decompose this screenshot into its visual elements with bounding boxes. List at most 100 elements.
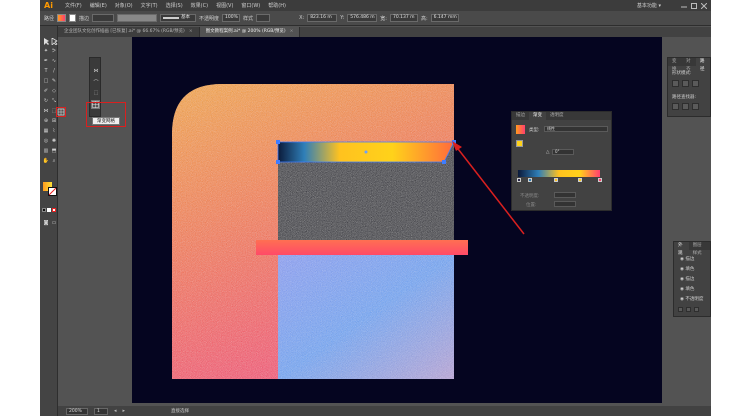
- tab-gradient[interactable]: 渐变: [529, 112, 546, 120]
- graph-tool-icon[interactable]: ▥: [42, 148, 50, 155]
- warp-tool-option-icon[interactable]: ⌒: [92, 80, 100, 87]
- close-tab-icon[interactable]: ×: [189, 29, 193, 34]
- tab-appearance[interactable]: 外观: [674, 242, 689, 256]
- zoom-tool-icon[interactable]: ⌕: [50, 158, 58, 165]
- line-tool-icon[interactable]: /: [50, 68, 58, 75]
- width-input[interactable]: 70.137 m: [389, 14, 418, 22]
- screen-mode-icon[interactable]: ▭: [50, 220, 58, 227]
- artboard-tool-icon[interactable]: ⬒: [50, 148, 58, 155]
- eraser-tool-icon[interactable]: ◇: [50, 88, 58, 95]
- tab-document-1[interactable]: 企业团队文化创作插画 [已恢复].ai* @ 66.67% (RGB/预览) ×: [58, 27, 200, 37]
- anchor-point[interactable]: [442, 160, 446, 164]
- gradient-stop[interactable]: [578, 178, 582, 182]
- fill-swatch[interactable]: [57, 14, 67, 22]
- y-input[interactable]: 576.486 m: [347, 14, 378, 22]
- stroke-color-icon[interactable]: [48, 187, 57, 196]
- gradient-slider[interactable]: [518, 170, 600, 177]
- menu-help[interactable]: 帮助(H): [264, 2, 290, 9]
- merge-icon[interactable]: [692, 103, 699, 110]
- width-tool-icon[interactable]: ⋈: [42, 108, 50, 115]
- rotate-tool-icon[interactable]: ↻: [42, 98, 50, 105]
- tab-stroke[interactable]: 描边: [512, 112, 529, 120]
- divide-icon[interactable]: [672, 103, 679, 110]
- appearance-row[interactable]: ◉ 描边: [680, 256, 694, 262]
- appearance-row[interactable]: ◉ 不透明度: [680, 296, 703, 302]
- width-tool-option-icon[interactable]: ⋈: [92, 68, 100, 75]
- anchor-point[interactable]: [276, 140, 280, 144]
- draw-mode-icon[interactable]: ◙: [42, 220, 50, 227]
- direct-selection-tool-icon[interactable]: [50, 37, 58, 46]
- shape-builder-icon[interactable]: ⊕: [42, 118, 50, 125]
- scale-tool-icon[interactable]: ⤡: [50, 98, 58, 105]
- color-mode-icon[interactable]: [42, 208, 46, 212]
- tab-graphic-styles[interactable]: 图层样式: [689, 242, 710, 256]
- close-tab-icon[interactable]: ×: [290, 29, 294, 34]
- eyedropper-tool-icon[interactable]: ⌇: [50, 128, 58, 135]
- menu-file[interactable]: 文件(F): [61, 2, 86, 9]
- brush-dropdown[interactable]: 基本: [160, 14, 197, 22]
- unite-icon[interactable]: [672, 80, 679, 87]
- menu-object[interactable]: 对象(O): [111, 2, 137, 9]
- artboard-navigator[interactable]: 1: [94, 407, 108, 415]
- gradient-stop[interactable]: [598, 178, 602, 182]
- gradient-stop[interactable]: [517, 178, 521, 182]
- close-icon[interactable]: [700, 2, 708, 9]
- tab-document-2[interactable]: 图文教程案例.ai* @ 200% (RGB/预览) ×: [199, 27, 301, 37]
- add-stroke-icon[interactable]: [678, 307, 683, 312]
- menu-edit[interactable]: 编辑(E): [86, 2, 111, 9]
- stop-location-input[interactable]: [554, 201, 576, 207]
- menu-window[interactable]: 窗口(W): [237, 2, 264, 9]
- appearance-row[interactable]: ◉ 填色: [680, 286, 694, 292]
- magic-wand-icon[interactable]: ✦: [42, 48, 50, 55]
- stop-opacity-input[interactable]: [554, 192, 576, 198]
- tab-align[interactable]: 对齐: [682, 58, 696, 72]
- gradient-tool-icon[interactable]: ▦: [42, 128, 50, 135]
- gradient-thumbnail[interactable]: [516, 125, 525, 134]
- paintbrush-tool-icon[interactable]: ✎: [50, 78, 58, 85]
- next-artboard-icon[interactable]: ▸: [123, 408, 126, 414]
- symbol-sprayer-icon[interactable]: ✺: [50, 138, 58, 145]
- none-mode-icon[interactable]: [52, 208, 56, 212]
- minus-front-icon[interactable]: [682, 80, 689, 87]
- add-fill-icon[interactable]: [686, 307, 691, 312]
- appearance-row[interactable]: ◉ 描边: [680, 276, 694, 282]
- prev-artboard-icon[interactable]: ◂: [114, 408, 117, 414]
- maximize-icon[interactable]: [691, 2, 697, 9]
- gradient-mode-icon[interactable]: [47, 208, 51, 212]
- intersect-icon[interactable]: [692, 80, 699, 87]
- menu-type[interactable]: 文字(T): [137, 2, 162, 9]
- height-input[interactable]: 6.147 mm: [430, 14, 459, 22]
- stroke-weight-input[interactable]: [92, 14, 115, 22]
- menu-select[interactable]: 选择(S): [162, 2, 187, 9]
- anchor-point[interactable]: [276, 160, 280, 164]
- style-dropdown[interactable]: [256, 14, 271, 22]
- opacity-input[interactable]: 100%: [222, 14, 241, 22]
- tab-transparency[interactable]: 透明度: [546, 112, 568, 120]
- artboard-canvas[interactable]: [132, 37, 662, 403]
- minimize-icon[interactable]: [681, 3, 687, 9]
- gradient-type-select[interactable]: 线性: [544, 126, 608, 132]
- zoom-select[interactable]: 200%: [66, 407, 88, 415]
- fill-swatch[interactable]: [516, 140, 523, 147]
- angle-input[interactable]: 0°: [552, 149, 574, 155]
- variable-width-dropdown[interactable]: [117, 14, 158, 22]
- type-tool-icon[interactable]: T: [42, 68, 50, 75]
- rectangle-tool-icon[interactable]: □: [42, 78, 50, 85]
- menu-view[interactable]: 视图(V): [212, 2, 237, 9]
- curvature-tool-icon[interactable]: ∿: [50, 58, 58, 65]
- lasso-tool-icon[interactable]: ᕗ: [50, 48, 58, 55]
- gradient-stop[interactable]: [554, 178, 558, 182]
- blend-tool-icon[interactable]: ◎: [42, 138, 50, 145]
- letter-shape[interactable]: [172, 84, 454, 379]
- shelf-bar[interactable]: [256, 240, 468, 255]
- hand-tool-icon[interactable]: ✋: [42, 158, 50, 165]
- selection-tool-icon[interactable]: [42, 38, 50, 45]
- gradient-stop[interactable]: [528, 178, 532, 182]
- x-input[interactable]: 823.16 m: [307, 14, 338, 22]
- mesh-tool-highlight[interactable]: [56, 107, 66, 117]
- perspective-grid-icon[interactable]: ⊞: [50, 118, 58, 125]
- trim-icon[interactable]: [682, 103, 689, 110]
- workspace-switcher[interactable]: 基本功能 ▾: [637, 2, 681, 9]
- appearance-row[interactable]: ◉ 填色: [680, 266, 694, 272]
- pen-tool-icon[interactable]: ✒: [42, 58, 50, 65]
